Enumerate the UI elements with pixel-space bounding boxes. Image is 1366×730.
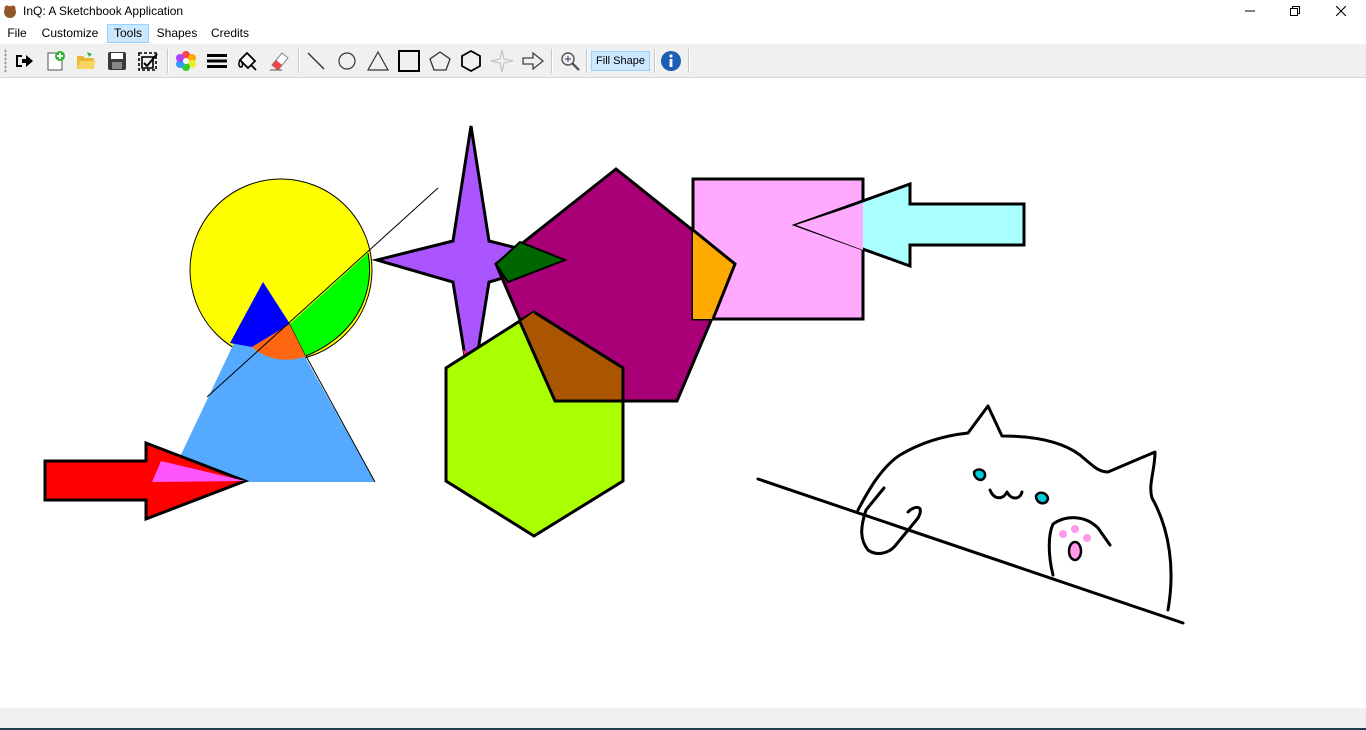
pentagon-tool-icon [429, 51, 451, 71]
rectangle-shape [691, 177, 865, 321]
eraser-button[interactable] [266, 48, 292, 74]
canvas-drawing [43, 125, 1185, 625]
pentagon-tool-button[interactable] [427, 48, 453, 74]
menu-customize[interactable]: Customize [38, 24, 102, 43]
restore-icon [1290, 6, 1300, 16]
toolbar-separator [654, 49, 655, 73]
open-folder-icon [77, 52, 96, 69]
close-icon [1336, 6, 1346, 16]
zoom-icon [561, 52, 580, 71]
new-file-icon [47, 51, 65, 71]
menu-shapes[interactable]: Shapes [154, 24, 200, 43]
info-button[interactable] [658, 48, 684, 74]
close-button[interactable] [1318, 0, 1364, 22]
menu-file[interactable]: File [4, 24, 30, 43]
circle-tool-icon [338, 52, 356, 70]
triangle-tool-icon [366, 50, 390, 71]
line-tool-button[interactable] [303, 48, 329, 74]
color-palette-icon [176, 51, 196, 71]
cat-doodle [756, 404, 1185, 625]
toolbar-separator [551, 49, 552, 73]
app-logo-icon [4, 5, 16, 18]
fill-bucket-button[interactable] [235, 48, 261, 74]
info-icon [661, 51, 681, 71]
arrow-tool-icon [522, 51, 545, 71]
menu-tools[interactable]: Tools [107, 24, 149, 43]
exit-icon [16, 55, 33, 67]
save-as-button[interactable] [135, 48, 161, 74]
new-file-button[interactable] [42, 48, 68, 74]
hexagon-tool-button[interactable] [458, 48, 484, 74]
toolbar-separator [586, 49, 587, 73]
arrow-tool-button[interactable] [520, 48, 546, 74]
open-button[interactable] [73, 48, 99, 74]
hexagon-tool-icon [461, 50, 481, 72]
save-icon [108, 52, 126, 70]
fill-shape-button[interactable]: Fill Shape [591, 51, 650, 71]
status-bar [0, 708, 1366, 730]
minimize-icon [1245, 10, 1255, 12]
restore-button[interactable] [1272, 0, 1318, 22]
line-tool-icon [307, 52, 325, 70]
window-title: InQ: A Sketchbook Application [23, 4, 184, 18]
star-tool-icon [490, 49, 514, 73]
rectangle-tool-icon [398, 50, 420, 72]
toolbar: Fill Shape [0, 44, 1366, 78]
star-tool-button[interactable] [489, 48, 515, 74]
toolbar-separator [688, 49, 689, 73]
toolbar-grip[interactable] [4, 49, 7, 73]
title-bar: InQ: A Sketchbook Application [0, 0, 1366, 23]
minimize-button[interactable] [1227, 0, 1273, 22]
drawing-canvas[interactable] [0, 79, 1366, 708]
menu-credits[interactable]: Credits [207, 24, 253, 43]
eraser-icon [270, 52, 289, 71]
save-button[interactable] [104, 48, 130, 74]
save-as-icon [138, 52, 158, 71]
toolbar-separator [167, 49, 168, 73]
triangle-tool-button[interactable] [365, 48, 391, 74]
rectangle-tool-button[interactable] [396, 48, 422, 74]
line-thickness-icon [207, 54, 227, 68]
fill-bucket-icon [238, 51, 257, 71]
line-thickness-button[interactable] [204, 48, 230, 74]
exit-button[interactable] [11, 48, 37, 74]
toolbar-separator [298, 49, 299, 73]
zoom-button[interactable] [557, 48, 583, 74]
color-button[interactable] [173, 48, 199, 74]
circle-tool-button[interactable] [334, 48, 360, 74]
menu-bar: File Customize Tools Shapes Credits [0, 23, 1366, 43]
